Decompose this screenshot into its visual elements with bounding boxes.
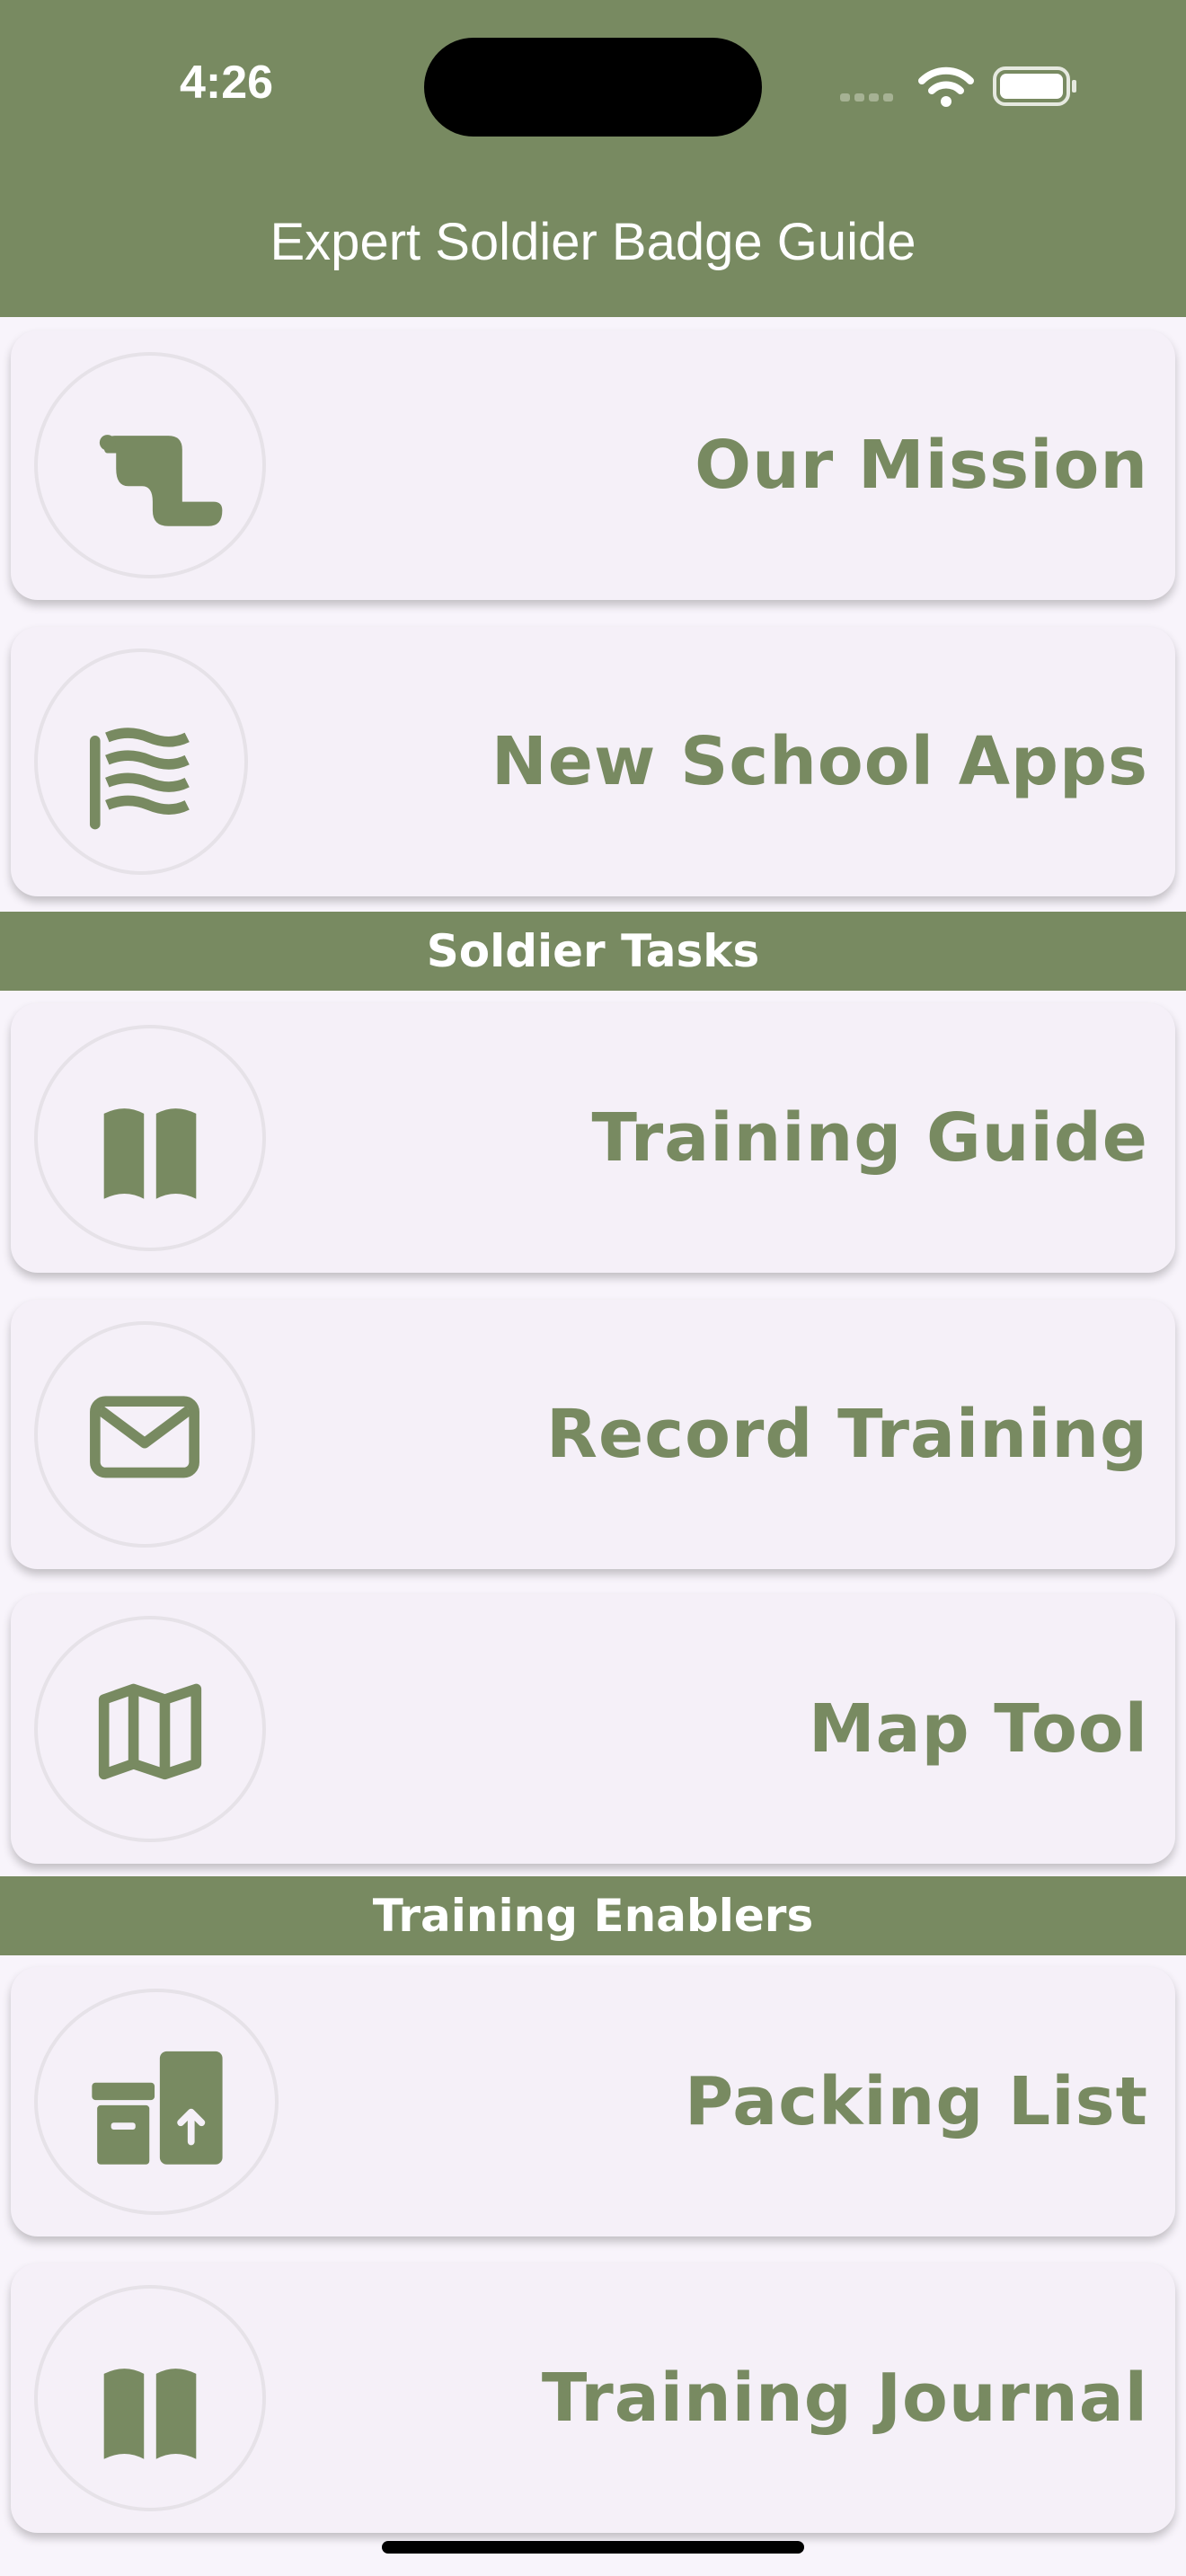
dynamic-island: [424, 38, 762, 137]
home-indicator[interactable]: [382, 2541, 804, 2554]
menu-item-new-school-apps[interactable]: New School Apps: [11, 627, 1175, 896]
cellular-signal-icon: [840, 88, 898, 105]
header-bar: 4:26 Expert Soldier Badge Guide: [0, 0, 1186, 317]
battery-icon: [993, 66, 1076, 106]
flag-icon: [89, 728, 190, 830]
menu-item-label: Training Guide: [591, 1099, 1148, 1177]
box-upload-icon: [92, 2051, 223, 2165]
menu-item-label: Record Training: [546, 1396, 1148, 1473]
section-header-training-enablers: Training Enablers: [0, 1876, 1186, 1955]
icon-circle: [34, 1321, 255, 1548]
icon-circle: [34, 352, 266, 578]
icon-circle: [34, 2285, 266, 2511]
icon-circle: [34, 1025, 266, 1251]
menu-item-label: Map Tool: [809, 1690, 1148, 1768]
section-header-soldier-tasks: Soldier Tasks: [0, 912, 1186, 991]
menu-item-training-journal[interactable]: Training Journal: [11, 2263, 1175, 2533]
envelope-icon: [90, 1396, 199, 1478]
wifi-icon: [918, 66, 974, 107]
book-icon: [103, 2369, 197, 2459]
menu-item-label: Our Mission: [695, 427, 1148, 504]
scroll-icon: [99, 435, 223, 526]
status-time: 4:26: [179, 57, 274, 109]
map-icon: [98, 1683, 202, 1780]
book-icon: [103, 1108, 197, 1199]
menu-item-our-mission[interactable]: Our Mission: [11, 331, 1175, 600]
menu-item-record-training[interactable]: Record Training: [11, 1300, 1175, 1569]
icon-circle: [34, 1616, 266, 1842]
menu-item-label: Packing List: [685, 2063, 1148, 2140]
menu-item-training-guide[interactable]: Training Guide: [11, 1003, 1175, 1273]
page-title: Expert Soldier Badge Guide: [270, 213, 916, 271]
menu-item-map-tool[interactable]: Map Tool: [11, 1594, 1175, 1864]
icon-circle: [34, 648, 248, 875]
icon-circle: [34, 1989, 279, 2215]
menu-item-packing-list[interactable]: Packing List: [11, 1967, 1175, 2236]
menu-item-label: New School Apps: [491, 723, 1148, 800]
menu-item-label: Training Journal: [541, 2360, 1148, 2437]
